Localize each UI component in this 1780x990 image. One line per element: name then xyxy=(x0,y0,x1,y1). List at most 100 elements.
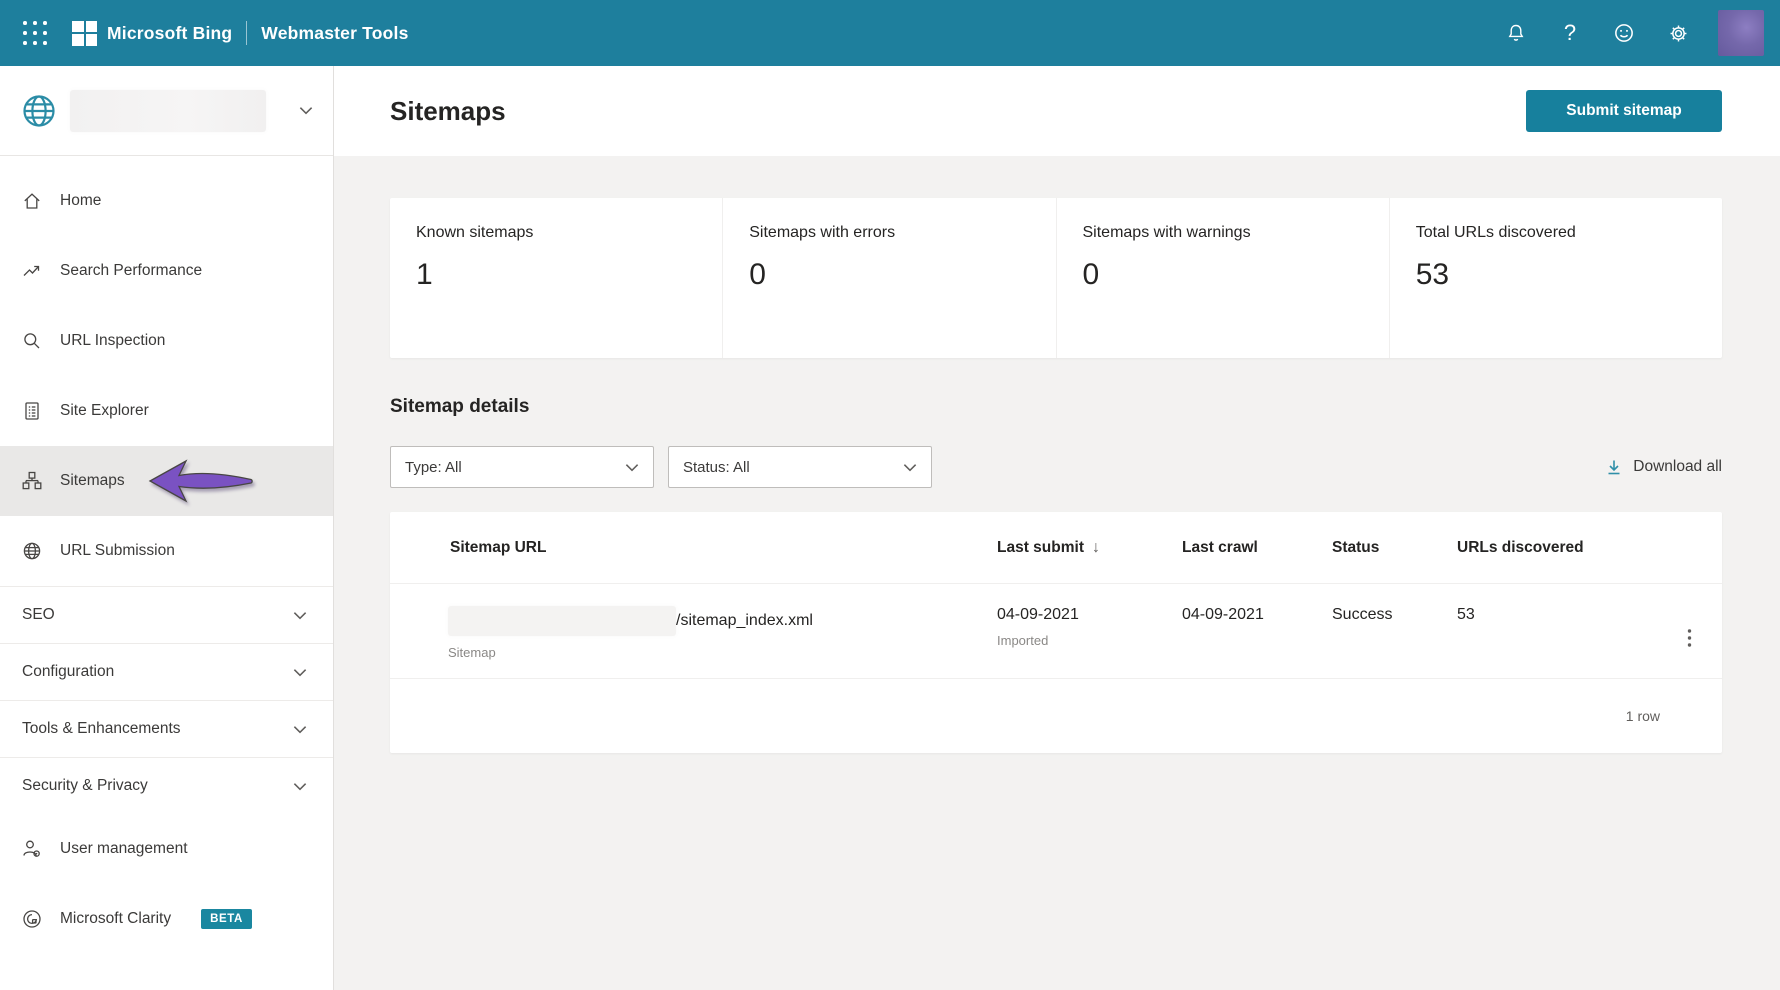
app-window: Microsoft Bing Webmaster Tools ? Home Se… xyxy=(0,0,1780,990)
page-title: Sitemaps xyxy=(390,95,506,126)
sitemaps-table: Sitemap URL Last submit ↓ Last crawl Stat… xyxy=(390,512,1722,753)
content-area: Known sitemaps 1 Sitemaps with errors 0 … xyxy=(334,156,1780,990)
gear-icon[interactable] xyxy=(1658,13,1698,53)
beta-badge: BETA xyxy=(201,909,252,929)
home-icon xyxy=(24,193,40,209)
stats-summary-card: Known sitemaps 1 Sitemaps with errors 0 … xyxy=(390,198,1722,358)
trend-icon xyxy=(23,265,40,276)
sidebar-group-security-privacy[interactable]: Security & Privacy xyxy=(0,757,333,814)
chevron-down-icon xyxy=(293,782,307,790)
stat-value: 1 xyxy=(416,258,433,291)
chevron-down-icon xyxy=(293,725,307,733)
table-header-row: Sitemap URL Last submit ↓ Last crawl Stat… xyxy=(390,512,1722,584)
row-count: 1 row xyxy=(1625,708,1660,724)
sidebar-item-search-performance[interactable]: Search Performance xyxy=(0,236,333,306)
main-content: Sitemaps Submit sitemap Known sitemaps 1… xyxy=(334,66,1780,990)
brand-product: Microsoft Bing xyxy=(107,22,233,43)
stat-label: Sitemaps with warnings xyxy=(1082,224,1251,241)
site-name-redacted xyxy=(70,89,266,132)
sidebar-item-label: Sitemaps xyxy=(60,472,125,489)
sidebar-item-home[interactable]: Home xyxy=(0,166,333,236)
filter-row: Type: All Status: All Download all xyxy=(390,446,1722,488)
stat-sitemaps-with-warnings: Sitemaps with warnings 0 xyxy=(1057,198,1390,358)
sidebar: Home Search Performance URL Inspection S… xyxy=(0,66,334,990)
type-filter-dropdown[interactable]: Type: All xyxy=(390,446,654,488)
brand-separator xyxy=(246,21,248,45)
submit-sitemap-button[interactable]: Submit sitemap xyxy=(1526,90,1722,132)
sidebar-item-site-explorer[interactable]: Site Explorer xyxy=(0,376,333,446)
sidebar-item-sitemaps[interactable]: Sitemaps xyxy=(0,446,333,516)
stat-sitemaps-with-errors: Sitemaps with errors 0 xyxy=(723,198,1057,358)
sidebar-item-label: URL Inspection xyxy=(60,332,166,349)
sidebar-item-url-submission[interactable]: URL Submission xyxy=(0,516,333,586)
chevron-down-icon xyxy=(293,668,307,676)
sidebar-group-label: Security & Privacy xyxy=(22,777,148,794)
sidebar-item-label: User management xyxy=(60,840,188,857)
sidebar-nav: Home Search Performance URL Inspection S… xyxy=(0,156,333,954)
sidebar-item-user-management[interactable]: User management xyxy=(0,814,333,884)
person-icon xyxy=(23,840,40,857)
annotation-arrow xyxy=(148,458,254,504)
stat-known-sitemaps: Known sitemaps 1 xyxy=(390,198,724,358)
cell-last-crawl: 04-09-2021 xyxy=(1182,606,1264,623)
help-icon[interactable]: ? xyxy=(1550,13,1590,53)
sidebar-item-url-inspection[interactable]: URL Inspection xyxy=(0,306,333,376)
stat-value: 0 xyxy=(1082,258,1100,291)
cell-status: Success xyxy=(1332,606,1393,623)
chevron-down-icon xyxy=(625,463,639,471)
url-suffix: /sitemap_index.xml xyxy=(676,612,813,629)
download-all-button[interactable]: Download all xyxy=(1605,458,1722,476)
sidebar-group-seo[interactable]: SEO xyxy=(0,586,333,643)
dropdown-value: Type: All xyxy=(405,458,462,476)
stat-label: Known sitemaps xyxy=(416,224,534,241)
cell-urls-discovered: 53 xyxy=(1457,606,1475,623)
sidebar-group-label: Tools & Enhancements xyxy=(22,720,181,737)
column-header-status: Status xyxy=(1332,538,1380,556)
sidebar-item-label: URL Submission xyxy=(60,542,175,559)
globe-icon xyxy=(23,94,55,127)
sidebar-group-tools-enhancements[interactable]: Tools & Enhancements xyxy=(0,700,333,757)
stat-label: Sitemaps with errors xyxy=(749,224,896,241)
table-footer: 1 row xyxy=(390,679,1722,753)
sidebar-item-label: Search Performance xyxy=(60,262,203,279)
row-actions-kebab-icon[interactable] xyxy=(1687,606,1692,678)
sidebar-item-label: Microsoft Clarity xyxy=(60,910,172,927)
brand-suite: Webmaster Tools xyxy=(261,22,409,43)
page-header: Sitemaps Submit sitemap xyxy=(334,66,1780,156)
stat-value: 0 xyxy=(749,258,766,291)
top-header-bar: Microsoft Bing Webmaster Tools ? xyxy=(0,0,1780,66)
stat-label: Total URLs discovered xyxy=(1415,224,1576,241)
site-selector[interactable] xyxy=(0,66,333,156)
download-all-label: Download all xyxy=(1633,458,1722,475)
sidebar-group-label: SEO xyxy=(22,606,55,623)
clarity-icon xyxy=(23,910,41,928)
cell-sitemap-url: /sitemap_index.xml Sitemap xyxy=(390,584,997,678)
chevron-down-icon xyxy=(299,102,313,120)
microsoft-logo xyxy=(72,20,97,46)
column-header-urls-discovered: URLs discovered xyxy=(1457,538,1584,556)
table-row: /sitemap_index.xml Sitemap 04-09-2021 Im… xyxy=(390,584,1722,679)
smiley-icon[interactable] xyxy=(1604,13,1644,53)
chevron-down-icon xyxy=(903,463,917,471)
sidebar-group-configuration[interactable]: Configuration xyxy=(0,643,333,700)
globe-icon xyxy=(23,542,41,560)
waffle-icon[interactable] xyxy=(20,18,50,48)
bell-icon[interactable] xyxy=(1496,13,1536,53)
sidebar-item-microsoft-clarity[interactable]: Microsoft Clarity BETA xyxy=(0,884,333,954)
sidebar-group-label: Configuration xyxy=(22,663,115,680)
download-icon xyxy=(1608,460,1620,475)
chevron-down-icon xyxy=(293,611,307,619)
url-redacted xyxy=(448,606,676,636)
sitemap-icon xyxy=(22,471,42,490)
avatar[interactable] xyxy=(1718,10,1764,56)
sidebar-item-label: Home xyxy=(60,192,102,209)
document-icon xyxy=(25,402,39,420)
status-filter-dropdown[interactable]: Status: All xyxy=(668,446,932,488)
column-header-sitemap-url: Sitemap URL xyxy=(450,538,547,556)
submit-note: Imported xyxy=(997,633,1049,648)
column-header-last-submit[interactable]: Last submit ↓ xyxy=(997,539,1182,557)
cell-last-submit: 04-09-2021 Imported xyxy=(997,584,1182,678)
section-heading: Sitemap details xyxy=(390,396,530,417)
column-header-last-crawl: Last crawl xyxy=(1182,538,1258,556)
sitemap-type-label: Sitemap xyxy=(448,645,496,660)
